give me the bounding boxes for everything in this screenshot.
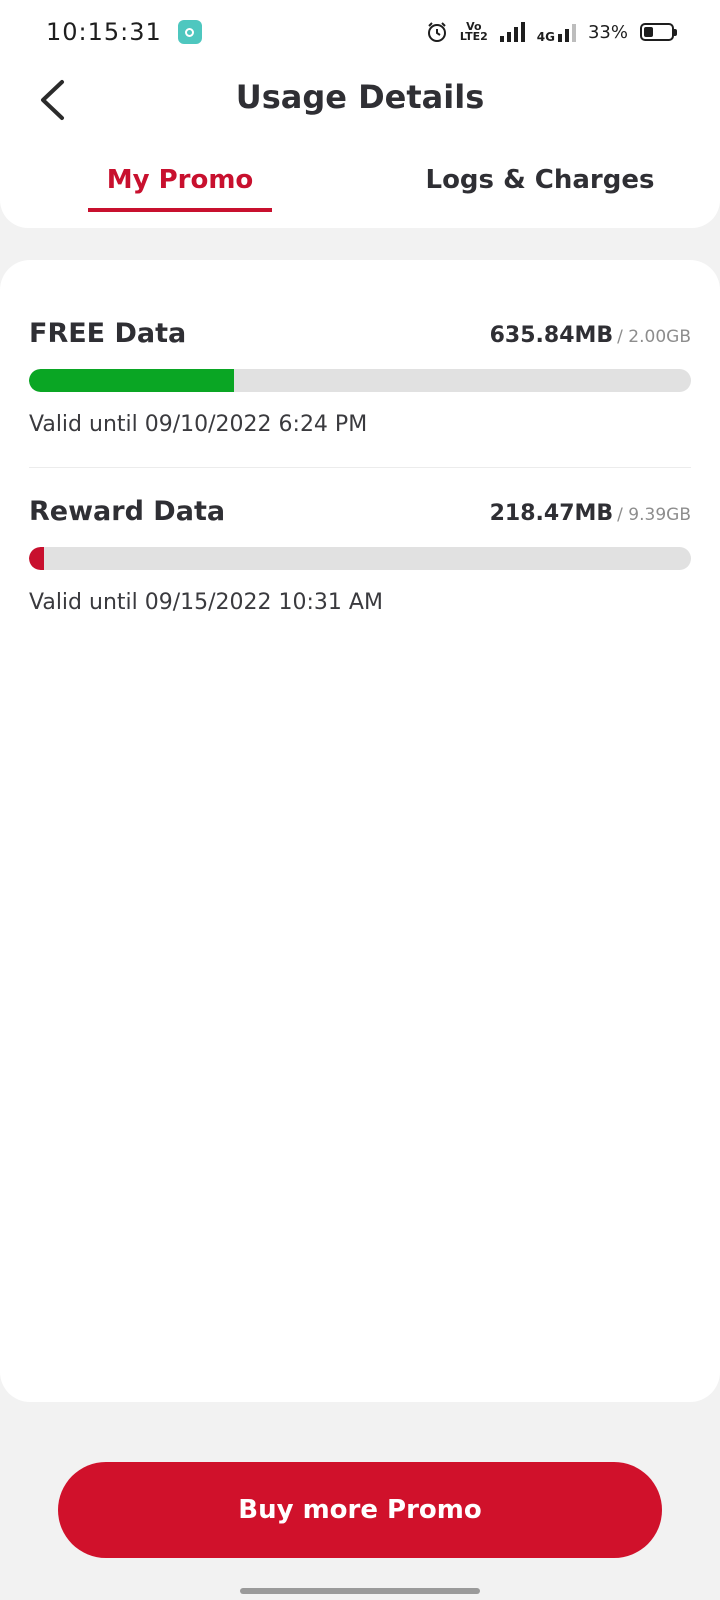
network-signal: 4G (536, 22, 576, 44)
tab-logs-charges-label: Logs & Charges (425, 165, 655, 195)
usage-progress-bar (29, 547, 691, 570)
signal-icon (499, 22, 525, 42)
tab-my-promo-label: My Promo (106, 165, 254, 195)
tab-logs-charges[interactable]: Logs & Charges (360, 150, 720, 210)
network-type: 4G (536, 30, 555, 44)
active-tab-indicator (88, 208, 272, 212)
home-indicator[interactable] (240, 1588, 480, 1594)
signal-icon-2 (557, 22, 576, 42)
usage-amount-group: 635.84MB/ 2.00GB (490, 323, 691, 348)
app-notification-icon (177, 20, 202, 44)
usage-name: FREE Data (29, 318, 187, 349)
status-time: 10:15:31 (46, 18, 162, 46)
status-right: Vo LTE2 4G 33% (426, 21, 677, 44)
status-left: 10:15:31 (46, 18, 202, 46)
tab-bar: My Promo Logs & Charges (0, 150, 720, 228)
usage-header: FREE Data 635.84MB/ 2.00GB (29, 318, 691, 349)
alarm-icon (427, 22, 446, 42)
buy-more-promo-button[interactable]: Buy more Promo (58, 1462, 662, 1558)
usage-progress-fill (29, 547, 45, 570)
usage-header: Reward Data 218.47MB/ 9.39GB (29, 496, 691, 527)
usage-progress-fill (29, 369, 235, 392)
usage-amount-group: 218.47MB/ 9.39GB (490, 501, 691, 526)
usage-item-free-data: FREE Data 635.84MB/ 2.00GB Valid until 0… (29, 318, 691, 437)
usage-validity: Valid until 09/10/2022 6:24 PM (29, 412, 368, 437)
usage-total: / 9.39GB (617, 505, 691, 525)
tab-my-promo[interactable]: My Promo (0, 150, 360, 210)
battery-level (644, 27, 653, 37)
battery-percent: 33% (587, 21, 628, 43)
usage-used: 218.47MB (489, 501, 614, 526)
volte-bottom-label: LTE2 (459, 30, 488, 43)
usage-validity: Valid until 09/15/2022 10:31 AM (29, 590, 383, 615)
battery-icon (640, 23, 677, 41)
usage-item-reward-data: Reward Data 218.47MB/ 9.39GB Valid until… (29, 496, 691, 615)
page-title: Usage Details (235, 78, 485, 116)
usage-progress-bar (29, 369, 691, 392)
header: Usage Details My Promo Logs & Charges (0, 64, 720, 228)
usage-card: FREE Data 635.84MB/ 2.00GB Valid until 0… (0, 260, 720, 1402)
usage-total: / 2.00GB (617, 327, 691, 347)
status-bar: 10:15:31 Vo LTE2 4G 33% (0, 0, 720, 64)
usage-name: Reward Data (29, 496, 226, 527)
volte-indicator: Vo LTE2 (459, 21, 488, 43)
usage-used: 635.84MB (489, 323, 614, 348)
divider (29, 467, 691, 468)
